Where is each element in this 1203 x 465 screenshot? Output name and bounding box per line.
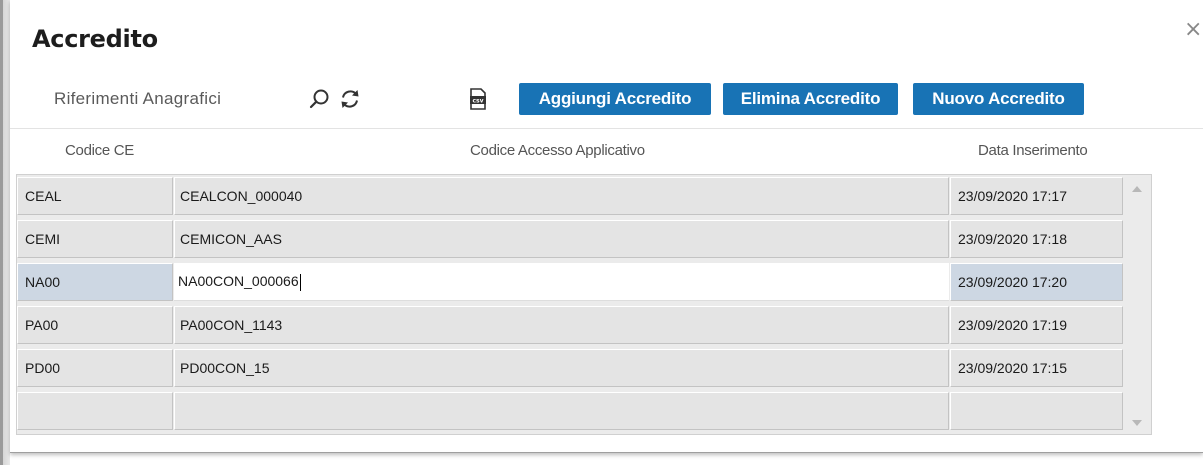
table-row[interactable]: CEAL CEALCON_000040 23/09/2020 17:17 [17, 175, 1123, 215]
csv-icon-label: csv [472, 98, 483, 105]
column-header-codice-accesso-applicativo[interactable]: Codice Accesso Applicativo [470, 142, 645, 159]
table-row[interactable]: PA00 PA00CON_1143 23/09/2020 17:19 [17, 304, 1123, 344]
dialog-title: Accredito [32, 25, 158, 53]
cell-codice-ce[interactable]: CEMI [17, 220, 173, 258]
grid-scrollbar[interactable] [1123, 175, 1151, 434]
scroll-up-arrow-icon[interactable] [1132, 186, 1142, 192]
nuovo-accredito-button[interactable]: Nuovo Accredito [913, 83, 1084, 115]
cell-editor-text: NA00CON_000066 [178, 273, 299, 289]
table-row-empty[interactable] [17, 390, 1123, 430]
refresh-icon[interactable] [338, 87, 362, 111]
cell-codice-accesso[interactable]: CEMICON_AAS [174, 220, 949, 258]
cell-data-inserimento[interactable] [950, 392, 1123, 430]
table-row-selected[interactable]: NA00 NA00CON_000066 23/09/2020 17:20 [17, 261, 1123, 301]
cell-codice-ce[interactable]: NA00 [17, 263, 173, 301]
cell-codice-accesso[interactable]: PA00CON_1143 [174, 306, 949, 344]
background-window-edge [0, 0, 10, 465]
csv-export-icon[interactable]: csv [468, 87, 492, 111]
cell-codice-accesso-editor[interactable]: NA00CON_000066 [174, 263, 949, 301]
search-icon[interactable] [308, 87, 332, 111]
column-header-codice-ce[interactable]: Codice CE [65, 142, 134, 159]
cell-codice-accesso[interactable]: CEALCON_000040 [174, 177, 949, 215]
table-row[interactable]: PD00 PD00CON_15 23/09/2020 17:15 [17, 347, 1123, 387]
cell-data-inserimento[interactable]: 23/09/2020 17:15 [950, 349, 1123, 387]
cell-data-inserimento[interactable]: 23/09/2020 17:19 [950, 306, 1123, 344]
cell-codice-ce[interactable]: CEAL [17, 177, 173, 215]
toolbar-divider [10, 128, 1203, 129]
table-row[interactable]: CEMI CEMICON_AAS 23/09/2020 17:18 [17, 218, 1123, 258]
accrediti-grid: CEAL CEALCON_000040 23/09/2020 17:17 CEM… [16, 174, 1152, 435]
toolbar: csv Aggiungi Accredito Elimina Accredito… [10, 80, 1203, 120]
cell-codice-ce[interactable]: PD00 [17, 349, 173, 387]
aggiungi-accredito-button[interactable]: Aggiungi Accredito [519, 83, 711, 115]
elimina-accredito-button[interactable]: Elimina Accredito [723, 83, 898, 115]
accredito-dialog: Accredito × csv Aggiungi Accr [10, 0, 1203, 453]
scroll-down-arrow-icon[interactable] [1132, 420, 1142, 426]
riferimenti-anagrafici-input[interactable] [54, 86, 284, 112]
cell-data-inserimento[interactable]: 23/09/2020 17:20 [950, 263, 1123, 301]
cell-codice-ce[interactable] [17, 392, 173, 430]
text-caret [299, 273, 301, 291]
cell-data-inserimento[interactable]: 23/09/2020 17:18 [950, 220, 1123, 258]
column-header-data-inserimento[interactable]: Data Inserimento [978, 142, 1088, 159]
close-icon[interactable]: × [1184, 18, 1203, 42]
cell-codice-ce[interactable]: PA00 [17, 306, 173, 344]
cell-data-inserimento[interactable]: 23/09/2020 17:17 [950, 177, 1123, 215]
cell-codice-accesso[interactable]: PD00CON_15 [174, 349, 949, 387]
cell-codice-accesso[interactable] [174, 392, 949, 430]
